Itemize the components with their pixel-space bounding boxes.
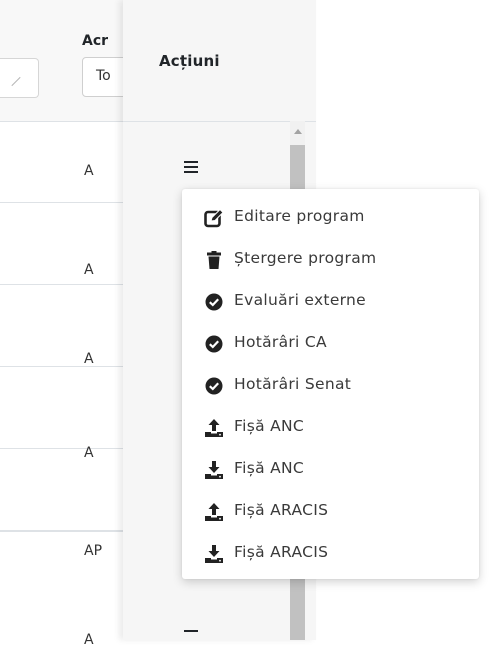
menu-item-edit-program[interactable]: Editare program: [182, 198, 479, 238]
download-icon: [204, 544, 224, 564]
menu-item-label: Hotărâri CA: [234, 333, 327, 351]
upload-icon: [204, 502, 224, 522]
menu-item-senate-decisions[interactable]: Hotărâri Senat: [182, 366, 479, 406]
acronym-cell: A: [84, 351, 94, 367]
table-row[interactable]: A: [0, 285, 123, 367]
menu-item-download-anc[interactable]: Fișă ANC: [182, 450, 479, 490]
table-row[interactable]: AP: [0, 449, 123, 559]
trash-icon: [204, 250, 224, 270]
row-actions-menu-icon[interactable]: [184, 630, 198, 642]
table-body-left: Acr To A A A A AP A: [0, 0, 128, 648]
menu-item-download-aracis[interactable]: Fișă ARACIS: [182, 534, 479, 574]
scroll-up-arrow-icon[interactable]: [294, 129, 302, 134]
column-filter-input[interactable]: [0, 58, 39, 98]
check-circle-icon: [204, 376, 224, 396]
actions-column-header: Acțiuni: [123, 0, 316, 122]
acronym-cell: A: [84, 262, 94, 278]
menu-item-label: Fișă ARACIS: [234, 543, 329, 561]
table-row[interactable]: A: [0, 121, 123, 203]
acronym-column-header: Acr: [82, 33, 109, 49]
menu-item-upload-aracis[interactable]: Fișă ARACIS: [182, 492, 479, 532]
menu-item-label: Ștergere program: [234, 249, 377, 267]
menu-item-external-evaluations[interactable]: Evaluări externe: [182, 282, 479, 322]
row-actions-dropdown: Editare program Ștergere program Evaluăr…: [182, 189, 479, 579]
check-circle-icon: [204, 292, 224, 312]
acronym-filter-select[interactable]: To: [82, 57, 128, 97]
acronym-cell: A: [84, 163, 94, 179]
upload-icon: [204, 418, 224, 438]
table-row[interactable]: A: [0, 531, 123, 648]
table-row[interactable]: A: [0, 367, 123, 461]
acronym-cell: A: [84, 632, 94, 648]
resize-handle-icon: [11, 76, 21, 87]
menu-item-label: Hotărâri Senat: [234, 375, 352, 393]
table-header: Acr To: [0, 0, 128, 122]
menu-item-delete-program[interactable]: Ștergere program: [182, 240, 479, 280]
menu-item-upload-anc[interactable]: Fișă ANC: [182, 408, 479, 448]
edit-icon: [204, 208, 224, 228]
actions-header-label: Acțiuni: [159, 52, 220, 70]
table-row[interactable]: A: [0, 203, 123, 285]
check-circle-icon: [204, 334, 224, 354]
menu-item-label: Fișă ANC: [234, 459, 305, 477]
menu-item-label: Editare program: [234, 207, 365, 225]
menu-item-label: Evaluări externe: [234, 291, 367, 309]
menu-item-label: Fișă ANC: [234, 417, 305, 435]
row-actions-menu-icon[interactable]: [184, 161, 198, 173]
download-icon: [204, 460, 224, 480]
menu-item-ca-decisions[interactable]: Hotărâri CA: [182, 324, 479, 364]
menu-item-label: Fișă ARACIS: [234, 501, 329, 519]
